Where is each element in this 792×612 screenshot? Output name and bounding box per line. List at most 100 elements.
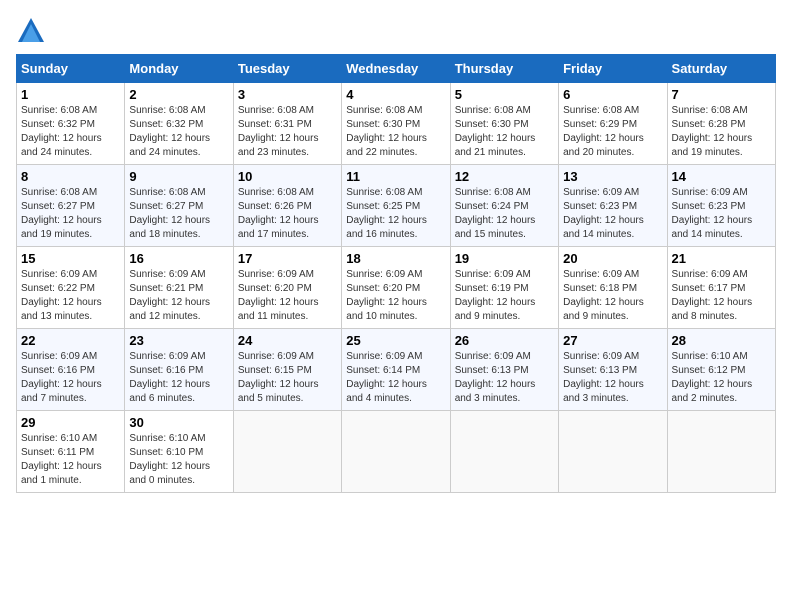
- day-header: Monday: [125, 55, 233, 83]
- day-info: Sunrise: 6:09 AM Sunset: 6:14 PM Dayligh…: [346, 350, 445, 406]
- day-number: 13: [563, 169, 662, 184]
- calendar-cell: 17 Sunrise: 6:09 AM Sunset: 6:20 PM Dayli…: [233, 247, 341, 329]
- calendar-cell: 28 Sunrise: 6:10 AM Sunset: 6:12 PM Dayli…: [667, 329, 775, 411]
- day-number: 7: [672, 87, 771, 102]
- day-number: 20: [563, 251, 662, 266]
- day-info: Sunrise: 6:08 AM Sunset: 6:27 PM Dayligh…: [21, 186, 120, 242]
- calendar-cell: [559, 411, 667, 493]
- day-number: 1: [21, 87, 120, 102]
- calendar-cell: 22 Sunrise: 6:09 AM Sunset: 6:16 PM Dayli…: [17, 329, 125, 411]
- day-number: 16: [129, 251, 228, 266]
- calendar-cell: 3 Sunrise: 6:08 AM Sunset: 6:31 PM Daylig…: [233, 83, 341, 165]
- calendar-cell: 12 Sunrise: 6:08 AM Sunset: 6:24 PM Dayli…: [450, 165, 558, 247]
- calendar-cell: [667, 411, 775, 493]
- calendar-cell: 15 Sunrise: 6:09 AM Sunset: 6:22 PM Dayli…: [17, 247, 125, 329]
- calendar-cell: 9Sunrise: 6:08 AM Sunset: 6:27 PM Daylig…: [125, 165, 233, 247]
- day-info: Sunrise: 6:09 AM Sunset: 6:23 PM Dayligh…: [672, 186, 771, 242]
- day-number: 28: [672, 333, 771, 348]
- calendar-cell: 11 Sunrise: 6:08 AM Sunset: 6:25 PM Dayli…: [342, 165, 450, 247]
- day-info: Sunrise: 6:08 AM Sunset: 6:30 PM Dayligh…: [346, 104, 445, 160]
- calendar-cell: 26 Sunrise: 6:09 AM Sunset: 6:13 PM Dayli…: [450, 329, 558, 411]
- calendar-cell: 8 Sunrise: 6:08 AM Sunset: 6:27 PM Daylig…: [17, 165, 125, 247]
- calendar-cell: 24 Sunrise: 6:09 AM Sunset: 6:15 PM Dayli…: [233, 329, 341, 411]
- day-number: 5: [455, 87, 554, 102]
- calendar-cell: 18 Sunrise: 6:09 AM Sunset: 6:20 PM Dayli…: [342, 247, 450, 329]
- day-info: Sunrise: 6:09 AM Sunset: 6:23 PM Dayligh…: [563, 186, 662, 242]
- calendar-cell: 29 Sunrise: 6:10 AM Sunset: 6:11 PM Dayli…: [17, 411, 125, 493]
- calendar-cell: [450, 411, 558, 493]
- calendar-cell: 16Sunrise: 6:09 AM Sunset: 6:21 PM Dayli…: [125, 247, 233, 329]
- calendar-cell: [233, 411, 341, 493]
- day-number: 24: [238, 333, 337, 348]
- calendar-cell: 20 Sunrise: 6:09 AM Sunset: 6:18 PM Dayli…: [559, 247, 667, 329]
- logo-icon: [16, 16, 46, 46]
- day-header: Saturday: [667, 55, 775, 83]
- calendar-cell: 13 Sunrise: 6:09 AM Sunset: 6:23 PM Dayli…: [559, 165, 667, 247]
- calendar-cell: 4 Sunrise: 6:08 AM Sunset: 6:30 PM Daylig…: [342, 83, 450, 165]
- day-number: 2: [129, 87, 228, 102]
- day-header: Friday: [559, 55, 667, 83]
- calendar-cell: 27 Sunrise: 6:09 AM Sunset: 6:13 PM Dayli…: [559, 329, 667, 411]
- day-number: 12: [455, 169, 554, 184]
- calendar-cell: 5 Sunrise: 6:08 AM Sunset: 6:30 PM Daylig…: [450, 83, 558, 165]
- day-number: 4: [346, 87, 445, 102]
- day-number: 21: [672, 251, 771, 266]
- day-info: Sunrise: 6:09 AM Sunset: 6:15 PM Dayligh…: [238, 350, 337, 406]
- day-info: Sunrise: 6:09 AM Sunset: 6:19 PM Dayligh…: [455, 268, 554, 324]
- calendar-cell: 7 Sunrise: 6:08 AM Sunset: 6:28 PM Daylig…: [667, 83, 775, 165]
- day-info: Sunrise: 6:08 AM Sunset: 6:25 PM Dayligh…: [346, 186, 445, 242]
- day-info: Sunrise: 6:09 AM Sunset: 6:20 PM Dayligh…: [238, 268, 337, 324]
- day-number: 3: [238, 87, 337, 102]
- day-header: Sunday: [17, 55, 125, 83]
- day-info: Sunrise: 6:08 AM Sunset: 6:32 PM Dayligh…: [21, 104, 120, 160]
- day-header: Wednesday: [342, 55, 450, 83]
- day-number: 27: [563, 333, 662, 348]
- day-number: 17: [238, 251, 337, 266]
- day-info: Sunrise: 6:08 AM Sunset: 6:32 PM Dayligh…: [129, 104, 228, 160]
- day-info: Sunrise: 6:08 AM Sunset: 6:24 PM Dayligh…: [455, 186, 554, 242]
- day-header: Tuesday: [233, 55, 341, 83]
- day-info: Sunrise: 6:09 AM Sunset: 6:17 PM Dayligh…: [672, 268, 771, 324]
- day-info: Sunrise: 6:08 AM Sunset: 6:29 PM Dayligh…: [563, 104, 662, 160]
- calendar-cell: 14 Sunrise: 6:09 AM Sunset: 6:23 PM Dayli…: [667, 165, 775, 247]
- calendar-cell: 10 Sunrise: 6:08 AM Sunset: 6:26 PM Dayli…: [233, 165, 341, 247]
- day-info: Sunrise: 6:09 AM Sunset: 6:20 PM Dayligh…: [346, 268, 445, 324]
- day-number: 22: [21, 333, 120, 348]
- calendar-table: SundayMondayTuesdayWednesdayThursdayFrid…: [16, 54, 776, 493]
- day-header: Thursday: [450, 55, 558, 83]
- day-info: Sunrise: 6:08 AM Sunset: 6:26 PM Dayligh…: [238, 186, 337, 242]
- day-info: Sunrise: 6:09 AM Sunset: 6:16 PM Dayligh…: [21, 350, 120, 406]
- calendar-cell: 30 Sunrise: 6:10 AM Sunset: 6:10 PM Dayli…: [125, 411, 233, 493]
- calendar-cell: 1 Sunrise: 6:08 AM Sunset: 6:32 PM Daylig…: [17, 83, 125, 165]
- day-number: 15: [21, 251, 120, 266]
- page-header: [16, 16, 776, 46]
- calendar-cell: 2 Sunrise: 6:08 AM Sunset: 6:32 PM Daylig…: [125, 83, 233, 165]
- day-number: 11: [346, 169, 445, 184]
- day-info: Sunrise: 6:09 AM Sunset: 6:13 PM Dayligh…: [455, 350, 554, 406]
- day-info: Sunrise: 6:09 AM Sunset: 6:22 PM Dayligh…: [21, 268, 120, 324]
- day-info: Sunrise: 6:08 AM Sunset: 6:28 PM Dayligh…: [672, 104, 771, 160]
- day-info: Sunrise: 6:10 AM Sunset: 6:12 PM Dayligh…: [672, 350, 771, 406]
- day-number: 25: [346, 333, 445, 348]
- day-number: 10: [238, 169, 337, 184]
- day-number: 9: [129, 169, 228, 184]
- day-number: 14: [672, 169, 771, 184]
- calendar-cell: 23 Sunrise: 6:09 AM Sunset: 6:16 PM Dayli…: [125, 329, 233, 411]
- day-number: 19: [455, 251, 554, 266]
- day-info: Sunrise: 6:08 AM Sunset: 6:31 PM Dayligh…: [238, 104, 337, 160]
- calendar-cell: 21 Sunrise: 6:09 AM Sunset: 6:17 PM Dayli…: [667, 247, 775, 329]
- day-info: Sunrise: 6:09 AM Sunset: 6:13 PM Dayligh…: [563, 350, 662, 406]
- day-number: 23: [129, 333, 228, 348]
- logo: [16, 16, 50, 46]
- day-info: Sunrise: 6:09 AM Sunset: 6:16 PM Dayligh…: [129, 350, 228, 406]
- day-info: Sunrise: 6:08 AM Sunset: 6:30 PM Dayligh…: [455, 104, 554, 160]
- day-number: 18: [346, 251, 445, 266]
- calendar-cell: [342, 411, 450, 493]
- day-info: Sunrise: 6:09 AM Sunset: 6:18 PM Dayligh…: [563, 268, 662, 324]
- day-number: 8: [21, 169, 120, 184]
- day-info: Sunrise: 6:10 AM Sunset: 6:10 PM Dayligh…: [129, 432, 228, 488]
- day-number: 29: [21, 415, 120, 430]
- day-info: Sunrise: 6:10 AM Sunset: 6:11 PM Dayligh…: [21, 432, 120, 488]
- day-number: 26: [455, 333, 554, 348]
- day-number: 30: [129, 415, 228, 430]
